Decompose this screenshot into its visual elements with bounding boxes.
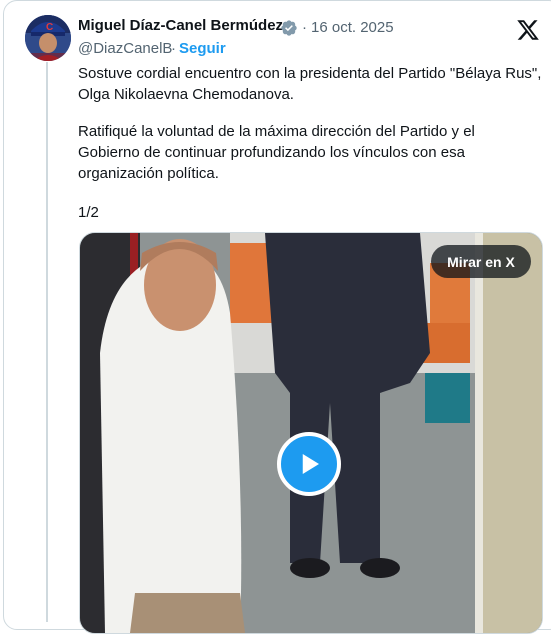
post-text-line: Sostuve cordial encuentro con la preside… [78,65,542,82]
svg-text:C: C [46,22,53,33]
thread-line [46,62,48,622]
x-logo-icon[interactable] [516,18,540,42]
post-text-line: organización política. [78,165,219,182]
post-text-line: Olga Nikolaevna Chemodanova. [78,86,294,103]
watch-on-x-button[interactable]: Mirar en X [431,245,531,278]
verified-badge-icon [281,20,297,36]
post-date[interactable]: 16 oct. 2025 [311,19,394,36]
play-icon [302,454,319,474]
separator-dot: · [302,19,307,36]
avatar[interactable]: C [25,15,71,61]
author-handle[interactable]: @DiazCanelB [78,40,172,57]
follow-button[interactable]: Seguir [179,40,226,57]
thread-counter: 1/2 [78,204,99,221]
post-text-line: Ratifiqué la voluntad de la máxima direc… [78,123,475,140]
avatar-image: C [25,15,71,61]
author-name[interactable]: Miguel Díaz-Canel Bermúdez [78,17,283,34]
post-text-line: Gobierno de continuar profundizando los … [78,144,465,161]
play-button[interactable] [277,432,341,496]
separator-dot: · [171,40,176,57]
